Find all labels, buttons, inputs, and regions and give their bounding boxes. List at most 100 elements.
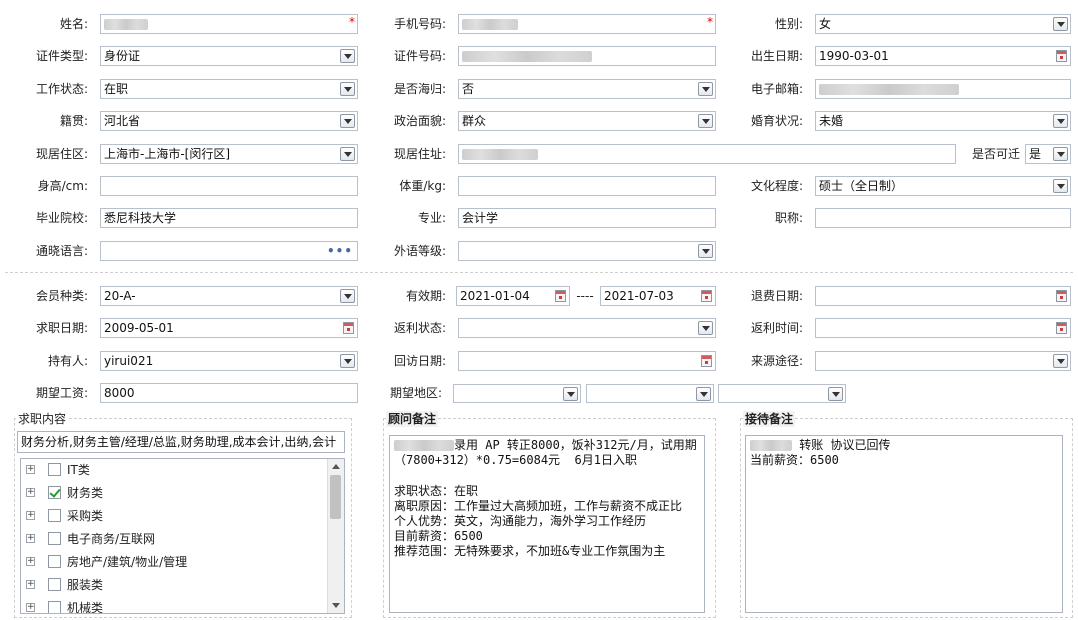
- expand-plus-icon[interactable]: +: [26, 465, 35, 474]
- redacted-text: [819, 84, 959, 95]
- source-select[interactable]: [815, 351, 1071, 371]
- category-checkbox[interactable]: [48, 601, 61, 613]
- member-type-label: 会员种类:: [35, 289, 88, 303]
- category-checkbox[interactable]: [48, 532, 61, 545]
- dropdown-arrow-icon[interactable]: [828, 387, 843, 401]
- calendar-icon[interactable]: [701, 355, 712, 367]
- category-checkbox[interactable]: [48, 555, 61, 568]
- dropdown-arrow-icon[interactable]: [698, 82, 713, 96]
- expand-plus-icon[interactable]: +: [26, 488, 35, 497]
- birth-date-field[interactable]: 1990-03-01: [815, 46, 1071, 66]
- relocate-select[interactable]: 是: [1025, 144, 1071, 164]
- tree-scrollbar[interactable]: [327, 459, 344, 613]
- region-province-select[interactable]: [453, 384, 581, 403]
- expand-plus-icon[interactable]: +: [26, 511, 35, 520]
- dropdown-arrow-icon[interactable]: [1053, 354, 1068, 368]
- returnee-select[interactable]: 否: [458, 79, 716, 99]
- expand-plus-icon[interactable]: +: [26, 557, 35, 566]
- id-number-field[interactable]: [458, 46, 716, 66]
- foreign-level-select[interactable]: [458, 241, 716, 261]
- holder-value: yirui021: [104, 354, 154, 368]
- ellipsis-icon[interactable]: •••: [327, 242, 353, 260]
- dropdown-arrow-icon[interactable]: [698, 114, 713, 128]
- job-content-summary[interactable]: 财务分析,财务主管/经理/总监,财务助理,成本会计,出纳,会计: [17, 431, 345, 453]
- region-district-select[interactable]: [718, 384, 846, 403]
- native-select[interactable]: 河北省: [100, 111, 358, 131]
- calendar-icon[interactable]: [555, 290, 566, 302]
- height-field[interactable]: [100, 176, 358, 196]
- expand-plus-icon[interactable]: +: [26, 603, 35, 612]
- expand-plus-icon[interactable]: +: [26, 534, 35, 543]
- category-checkbox[interactable]: [48, 486, 61, 499]
- redacted-text: [462, 149, 538, 160]
- dropdown-arrow-icon[interactable]: [698, 321, 713, 335]
- residence-addr-field[interactable]: [458, 144, 956, 164]
- dropdown-arrow-icon[interactable]: [696, 387, 711, 401]
- calendar-icon[interactable]: [1056, 322, 1067, 334]
- validity-start-field[interactable]: 2021-01-04: [456, 286, 570, 306]
- region-city-select[interactable]: [586, 384, 714, 403]
- title-field[interactable]: [815, 208, 1071, 228]
- education-select[interactable]: 硕士（全日制）: [815, 176, 1071, 196]
- salary-field[interactable]: 8000: [100, 383, 358, 403]
- weight-field[interactable]: [458, 176, 716, 196]
- language-field[interactable]: •••: [100, 241, 358, 261]
- school-field[interactable]: 悉尼科技大学: [100, 208, 358, 228]
- dropdown-arrow-icon[interactable]: [1053, 147, 1068, 161]
- validity-end-field[interactable]: 2021-07-03: [600, 286, 716, 306]
- refund-date-field[interactable]: [815, 286, 1071, 306]
- job-date-label: 求职日期:: [35, 321, 88, 335]
- scroll-thumb[interactable]: [330, 475, 341, 519]
- rebate-status-label: 返利状态:: [393, 321, 446, 335]
- id-type-select[interactable]: 身份证: [100, 46, 358, 66]
- email-field[interactable]: [815, 79, 1071, 99]
- job-date-field[interactable]: 2009-05-01: [100, 318, 358, 338]
- tree-item-label: 服装类: [67, 578, 104, 592]
- job-category-tree[interactable]: + IT类 + 财务类 + 采购类 + 电子商务/互联网 + 房地产/建筑/物业/管理 + 服装类 + 机…: [20, 458, 345, 614]
- height-label: 身高/cm:: [37, 179, 88, 193]
- major-field[interactable]: 会计学: [458, 208, 716, 228]
- dropdown-arrow-icon[interactable]: [340, 114, 355, 128]
- salary-value: 8000: [104, 386, 135, 400]
- dropdown-arrow-icon[interactable]: [1053, 17, 1068, 31]
- work-status-select[interactable]: 在职: [100, 79, 358, 99]
- scroll-up-icon[interactable]: [332, 464, 340, 469]
- political-select[interactable]: 群众: [458, 111, 716, 131]
- calendar-icon[interactable]: [343, 322, 354, 334]
- mobile-field[interactable]: *: [458, 14, 716, 34]
- marital-select[interactable]: 未婚: [815, 111, 1071, 131]
- scroll-down-icon[interactable]: [332, 603, 340, 608]
- calendar-icon[interactable]: [701, 290, 712, 302]
- dropdown-arrow-icon[interactable]: [1053, 179, 1068, 193]
- education-value: 硕士（全日制）: [819, 179, 904, 193]
- residence-area-select[interactable]: 上海市-上海市-[闵行区]: [100, 144, 358, 164]
- expand-plus-icon[interactable]: +: [26, 580, 35, 589]
- calendar-icon[interactable]: [1056, 50, 1067, 62]
- consultant-notes-textarea[interactable]: 录用 AP 转正8000，饭补312元/月，试用期（7800+312）*0.75…: [389, 435, 705, 613]
- dropdown-arrow-icon[interactable]: [698, 244, 713, 258]
- redacted-text: [462, 51, 592, 62]
- dropdown-arrow-icon[interactable]: [563, 387, 578, 401]
- id-type-value: 身份证: [104, 49, 141, 63]
- dropdown-arrow-icon[interactable]: [340, 49, 355, 63]
- name-field[interactable]: *: [100, 14, 358, 34]
- redacted-text: [394, 440, 454, 451]
- dropdown-arrow-icon[interactable]: [1053, 114, 1068, 128]
- category-checkbox[interactable]: [48, 463, 61, 476]
- dropdown-arrow-icon[interactable]: [340, 147, 355, 161]
- rebate-status-select[interactable]: [458, 318, 716, 338]
- consultant-notes-title: 顾问备注: [386, 411, 439, 427]
- visit-date-field[interactable]: [458, 351, 716, 371]
- category-checkbox[interactable]: [48, 509, 61, 522]
- dropdown-arrow-icon[interactable]: [340, 289, 355, 303]
- dropdown-arrow-icon[interactable]: [340, 354, 355, 368]
- calendar-icon[interactable]: [1056, 290, 1067, 302]
- holder-select[interactable]: yirui021: [100, 351, 358, 371]
- category-checkbox[interactable]: [48, 578, 61, 591]
- redacted-text: [104, 19, 148, 30]
- dropdown-arrow-icon[interactable]: [340, 82, 355, 96]
- reception-notes-textarea[interactable]: 转账 协议已回传 当前薪资：6500: [745, 435, 1063, 613]
- member-type-select[interactable]: 20-A-: [100, 286, 358, 306]
- gender-select[interactable]: 女: [815, 14, 1071, 34]
- rebate-time-field[interactable]: [815, 318, 1071, 338]
